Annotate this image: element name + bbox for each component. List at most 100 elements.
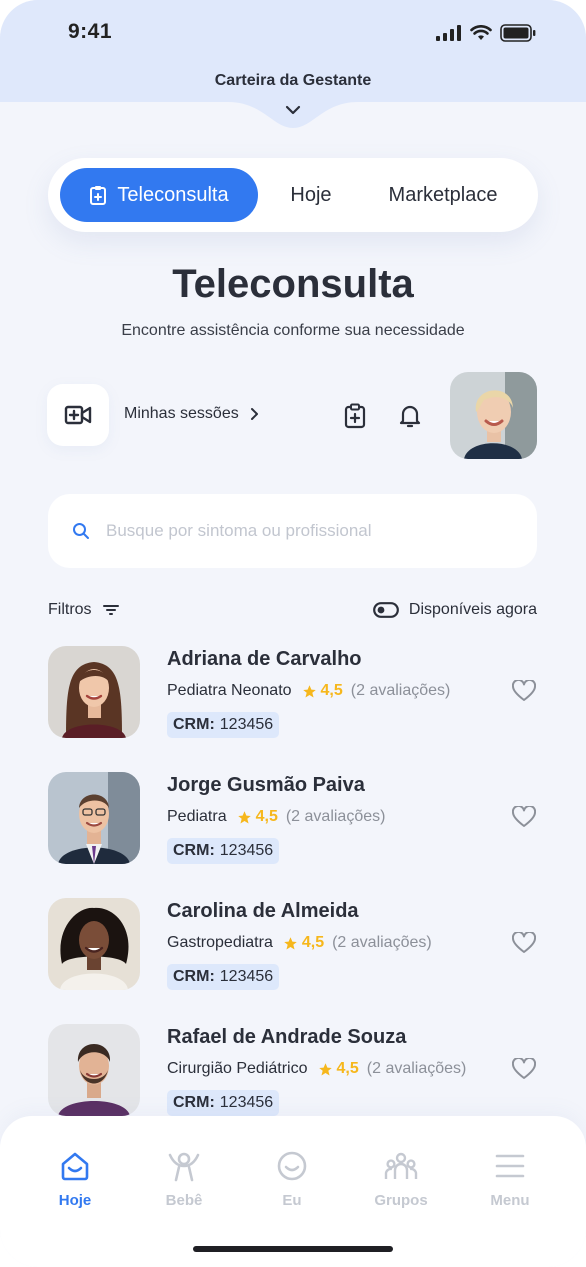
wifi-icon bbox=[470, 25, 492, 40]
home-icon bbox=[61, 1152, 89, 1181]
available-now-toggle[interactable]: Disponíveis agora bbox=[373, 601, 537, 619]
nav-label: Eu bbox=[282, 1192, 302, 1209]
group-icon bbox=[384, 1152, 418, 1179]
doctor-card[interactable]: Carolina de Almeida Gastropediatra 4,5 (… bbox=[48, 898, 538, 994]
page-subtitle: Encontre assistência conforme sua necess… bbox=[121, 322, 465, 339]
heart-icon[interactable] bbox=[512, 806, 536, 828]
crm-label: CRM: bbox=[173, 1094, 215, 1111]
nav-label: Grupos bbox=[374, 1192, 428, 1209]
star-icon bbox=[237, 810, 251, 823]
search-bar bbox=[48, 494, 537, 568]
star-icon bbox=[284, 936, 297, 949]
doctor-photo bbox=[48, 1024, 140, 1116]
doctor-meta: Pediatra 4,5 (2 avaliações) bbox=[167, 808, 385, 826]
doctor-reviews: (2 avaliações) bbox=[285, 808, 386, 825]
bottom-navigation: Hoje Bebê Eu Grupos Menu bbox=[0, 1116, 586, 1267]
home-indicator[interactable] bbox=[193, 1246, 393, 1252]
nav-item-grupos[interactable]: Grupos bbox=[361, 1150, 441, 1209]
crm-badge: CRM: 123456 bbox=[167, 838, 280, 864]
tab-teleconsulta[interactable]: Teleconsulta bbox=[60, 168, 258, 222]
doctor-name: Rafael de Andrade Souza bbox=[167, 1026, 407, 1048]
doctor-specialty: Cirurgião Pediátrico bbox=[167, 1060, 308, 1077]
my-sessions-link[interactable]: Minhas sessões bbox=[124, 405, 259, 423]
nav-item-menu[interactable]: Menu bbox=[470, 1150, 550, 1209]
status-icons bbox=[436, 24, 536, 42]
heart-icon[interactable] bbox=[512, 932, 536, 954]
crm-badge: CRM: 123456 bbox=[167, 964, 280, 990]
signal-icon bbox=[436, 25, 461, 41]
doctor-name: Jorge Gusmão Paiva bbox=[167, 774, 365, 796]
crm-number: 123456 bbox=[219, 842, 274, 859]
crm-label: CRM: bbox=[173, 968, 215, 985]
clipboard-plus-icon bbox=[90, 186, 107, 205]
my-sessions-label: Minhas sessões bbox=[124, 405, 239, 422]
toggle-icon bbox=[373, 602, 399, 618]
crm-number: 123456 bbox=[219, 716, 274, 733]
page-title: Teleconsulta bbox=[172, 262, 414, 306]
crm-badge: CRM: 123456 bbox=[167, 712, 280, 738]
filters-button[interactable]: Filtros bbox=[48, 601, 120, 619]
doctor-card[interactable]: Jorge Gusmão Paiva Pediatra 4,5 (2 avali… bbox=[48, 772, 538, 868]
doctor-meta: Cirurgião Pediátrico 4,5 (2 avaliações) bbox=[167, 1060, 466, 1078]
doctor-name: Adriana de Carvalho bbox=[167, 648, 362, 670]
notifications-button[interactable] bbox=[396, 401, 424, 431]
phone-screen: 9:41 Carteira da Gestante Teleconsulta H… bbox=[0, 0, 586, 1267]
status-time: 9:41 bbox=[68, 20, 113, 43]
clipboard-plus-icon bbox=[344, 403, 366, 429]
doctor-rating: 4,5 bbox=[336, 1060, 359, 1077]
doctor-card[interactable]: Adriana de Carvalho Pediatra Neonato 4,5… bbox=[48, 646, 538, 742]
doctor-specialty: Pediatra Neonato bbox=[167, 682, 292, 699]
nav-label: Menu bbox=[490, 1192, 530, 1209]
nav-label: Bebê bbox=[165, 1192, 203, 1209]
doctor-name: Carolina de Almeida bbox=[167, 900, 359, 922]
crm-badge: CRM: 123456 bbox=[167, 1090, 280, 1116]
app-title[interactable]: Carteira da Gestante bbox=[0, 72, 586, 90]
nav-label: Hoje bbox=[58, 1192, 92, 1209]
doctor-photo bbox=[48, 898, 140, 990]
smile-icon bbox=[277, 1151, 307, 1181]
records-button[interactable] bbox=[341, 401, 369, 431]
tab-marketplace[interactable]: Marketplace bbox=[368, 168, 518, 222]
doctor-photo bbox=[48, 772, 140, 864]
doctor-specialty: Gastropediatra bbox=[167, 934, 273, 951]
user-avatar[interactable] bbox=[450, 372, 537, 459]
tab-hoje[interactable]: Hoje bbox=[274, 168, 348, 222]
chevron-right-icon bbox=[250, 408, 258, 420]
star-icon bbox=[318, 1062, 332, 1075]
nav-item-bebe[interactable]: Bebê bbox=[144, 1150, 224, 1209]
doctor-card[interactable]: Rafael de Andrade Souza Cirurgião Pediát… bbox=[48, 1024, 538, 1120]
crm-number: 123456 bbox=[219, 968, 274, 985]
battery-icon bbox=[500, 24, 536, 42]
star-icon bbox=[302, 684, 316, 697]
doctor-rating: 4,5 bbox=[301, 934, 325, 951]
heart-icon[interactable] bbox=[512, 680, 536, 702]
doctor-rating: 4,5 bbox=[255, 808, 278, 825]
search-icon bbox=[73, 523, 89, 539]
tab-teleconsulta-label: Teleconsulta bbox=[117, 183, 229, 206]
baby-icon bbox=[168, 1152, 200, 1182]
search-input[interactable] bbox=[106, 521, 486, 541]
doctor-reviews: (2 avaliações) bbox=[332, 934, 432, 951]
video-sessions-button[interactable] bbox=[47, 384, 109, 446]
doctor-reviews: (2 avaliações) bbox=[350, 682, 451, 699]
doctor-specialty: Pediatra bbox=[167, 808, 227, 825]
doctor-meta: Pediatra Neonato 4,5 (2 avaliações) bbox=[167, 682, 450, 700]
nav-item-eu[interactable]: Eu bbox=[252, 1150, 332, 1209]
video-plus-icon bbox=[64, 405, 92, 425]
filter-icon bbox=[102, 605, 119, 615]
segmented-tabs: Teleconsulta Hoje Marketplace bbox=[48, 158, 538, 232]
crm-label: CRM: bbox=[173, 716, 215, 733]
crm-label: CRM: bbox=[173, 842, 215, 859]
user-photo bbox=[450, 372, 537, 459]
doctor-photo bbox=[48, 646, 140, 738]
nav-item-hoje[interactable]: Hoje bbox=[35, 1150, 115, 1209]
crm-number: 123456 bbox=[219, 1094, 274, 1111]
heart-icon[interactable] bbox=[512, 1058, 536, 1080]
bell-icon bbox=[399, 405, 421, 428]
available-now-label: Disponíveis agora bbox=[408, 601, 537, 618]
doctor-meta: Gastropediatra 4,5 (2 avaliações) bbox=[167, 934, 432, 952]
doctor-rating: 4,5 bbox=[320, 682, 343, 699]
menu-icon bbox=[495, 1154, 525, 1178]
chevron-down-icon[interactable] bbox=[284, 104, 302, 116]
filters-label: Filtros bbox=[48, 601, 92, 618]
